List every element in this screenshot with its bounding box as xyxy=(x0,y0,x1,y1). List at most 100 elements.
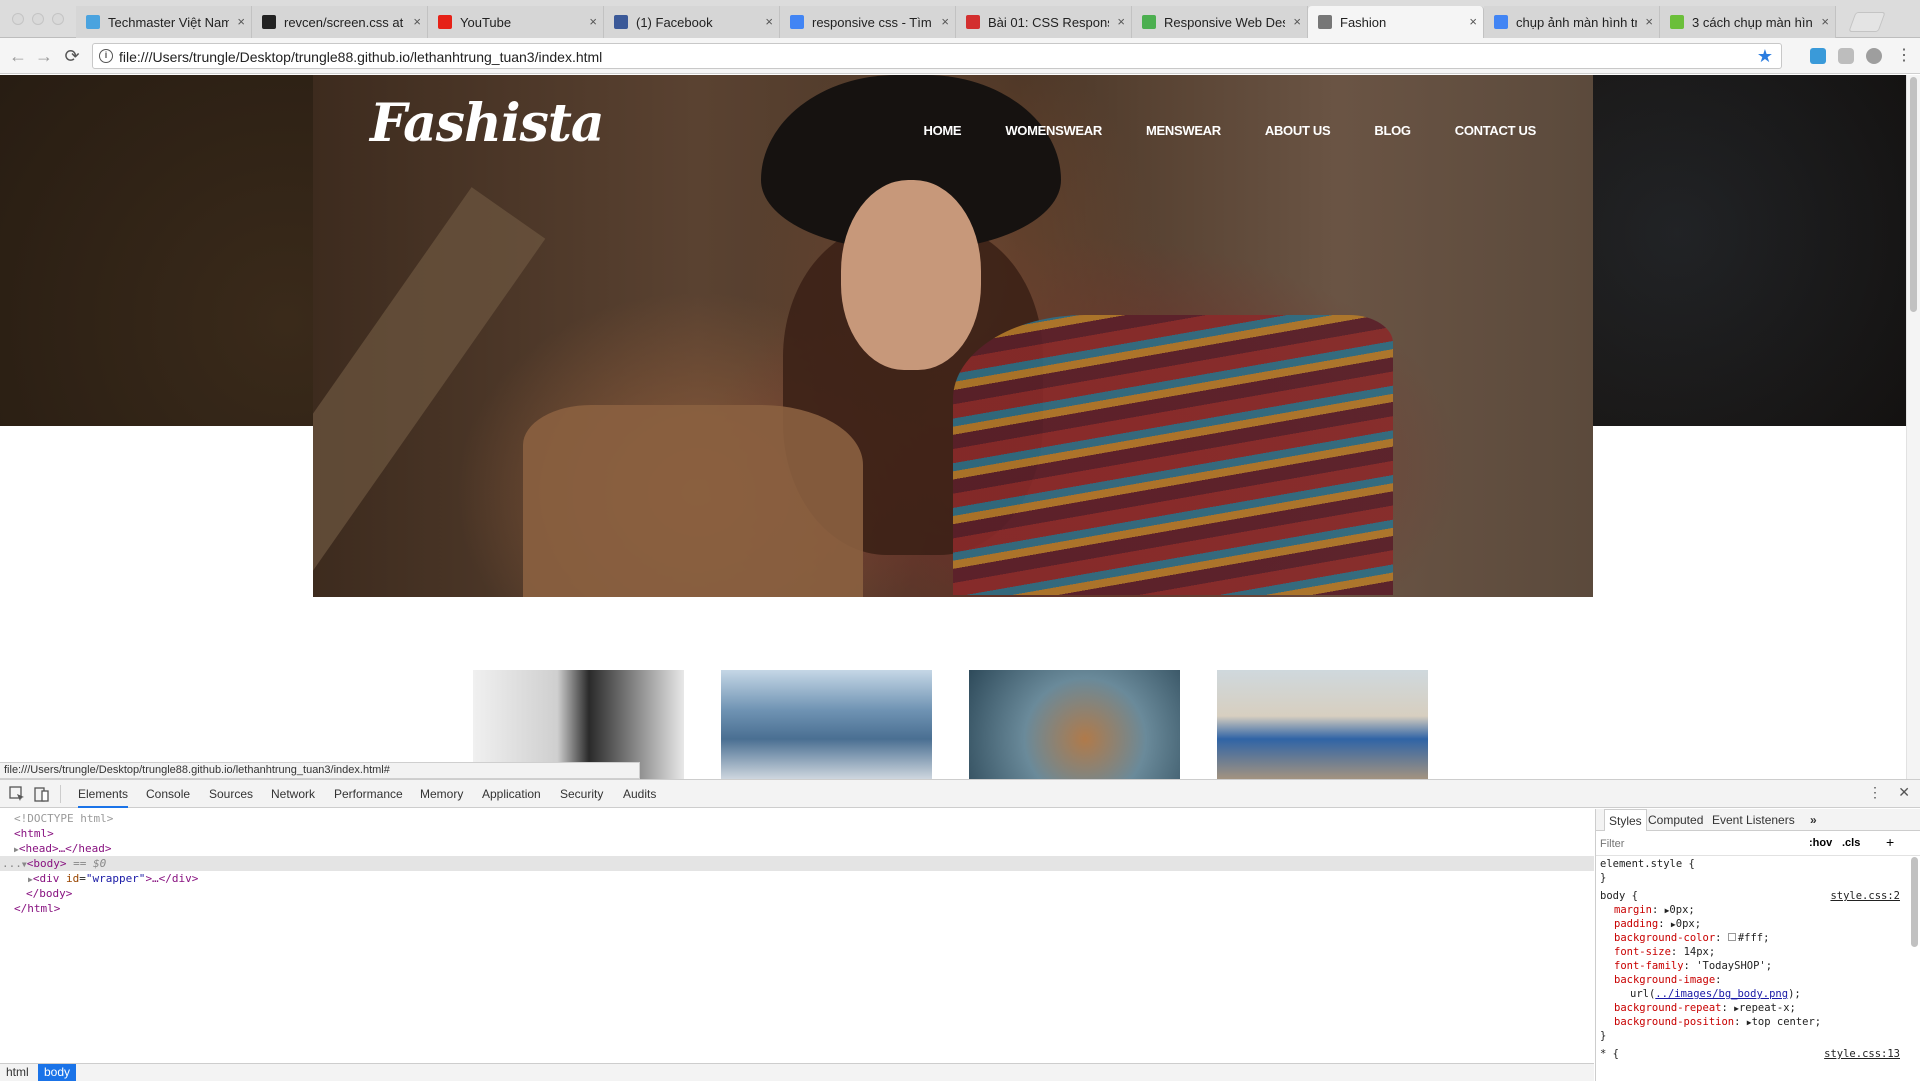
product-thumbnail[interactable] xyxy=(1217,670,1428,779)
page-scrollbar-thumb[interactable] xyxy=(1910,77,1917,312)
dom-html-close[interactable]: </html> xyxy=(14,901,60,916)
nav-link-about-us[interactable]: ABOUT US xyxy=(1265,123,1331,138)
tab-styles[interactable]: Styles xyxy=(1604,809,1647,831)
tab-close-icon[interactable]: × xyxy=(765,14,773,29)
device-toolbar-icon[interactable] xyxy=(33,785,51,803)
browser-tab[interactable]: chụp ảnh màn hình tr × xyxy=(1484,6,1660,38)
tab-close-icon[interactable]: × xyxy=(413,14,421,29)
browser-tab[interactable]: Responsive Web Desi × xyxy=(1132,6,1308,38)
styles-scrollbar[interactable] xyxy=(1911,857,1918,947)
tab-close-icon[interactable]: × xyxy=(1469,14,1477,29)
tab-event-listeners[interactable]: Event Listeners xyxy=(1712,809,1795,831)
color-swatch-icon[interactable] xyxy=(1727,933,1736,941)
breadcrumb-html[interactable]: html xyxy=(0,1064,35,1081)
info-icon[interactable]: i xyxy=(99,49,113,63)
style-rule-star[interactable]: * { xyxy=(1600,1047,1619,1061)
css-declaration[interactable]: background-color}: #fff; xyxy=(1614,931,1769,945)
inspect-element-icon[interactable] xyxy=(8,785,26,803)
browser-tab[interactable]: Techmaster Việt Nam × xyxy=(76,6,252,38)
new-tab-button[interactable] xyxy=(1848,12,1886,32)
css-declaration[interactable]: font-size}: 14px; xyxy=(1614,945,1715,959)
style-rule-close[interactable]: } xyxy=(1600,871,1606,885)
extension-shield-icon[interactable] xyxy=(1866,48,1882,64)
tab-close-icon[interactable]: × xyxy=(1293,14,1301,29)
nav-link-home[interactable]: HOME xyxy=(924,123,962,138)
window-zoom-button[interactable] xyxy=(52,13,64,25)
browser-tab[interactable]: Bài 01: CSS Responsi × xyxy=(956,6,1132,38)
dom-body-selected[interactable]: ...▼<body> == $0 xyxy=(0,856,1594,871)
devtools-tab-memory[interactable]: Memory xyxy=(420,780,463,808)
devtools-tab-security[interactable]: Security xyxy=(560,780,603,808)
css-property-value[interactable]: top center; xyxy=(1752,1016,1822,1028)
window-close-button[interactable] xyxy=(12,13,24,25)
browser-tab[interactable]: Fashion × xyxy=(1308,6,1484,38)
dom-body-close[interactable]: </body> xyxy=(26,886,72,901)
new-style-rule-icon[interactable]: + xyxy=(1886,834,1894,850)
css-property-value[interactable]: 0px; xyxy=(1676,918,1701,930)
devtools-tab-performance[interactable]: Performance xyxy=(334,780,403,808)
devtools-tab-elements[interactable]: Elements xyxy=(78,780,129,808)
address-bar-url[interactable]: file:///Users/trungle/Desktop/trungle88.… xyxy=(119,49,602,65)
tab-close-icon[interactable]: × xyxy=(237,14,245,29)
css-property-value[interactable]: #fff; xyxy=(1738,932,1770,944)
nav-link-contact-us[interactable]: CONTACT US xyxy=(1455,123,1537,138)
page-scrollbar[interactable] xyxy=(1906,75,1920,779)
style-source-link[interactable]: style.css:2 xyxy=(1830,889,1900,903)
breadcrumb-body[interactable]: body xyxy=(38,1064,77,1081)
devtools-tab-application[interactable]: Application xyxy=(482,780,541,808)
reload-icon[interactable]: ⟳ xyxy=(62,46,82,66)
dom-html-open[interactable]: <html> xyxy=(14,826,54,841)
devtools-more-icon[interactable]: ⋮ xyxy=(1868,784,1882,801)
styles-filter-input[interactable] xyxy=(1600,835,1790,853)
devtools-tab-network[interactable]: Network xyxy=(271,780,315,808)
style-rule-body[interactable]: body { xyxy=(1600,889,1638,903)
nav-link-blog[interactable]: BLOG xyxy=(1374,123,1411,138)
hov-toggle[interactable]: :hov xyxy=(1809,837,1832,849)
bookmark-star-icon[interactable]: ★ xyxy=(1757,46,1773,67)
product-thumbnail[interactable] xyxy=(721,670,932,779)
site-logo[interactable]: Fashista xyxy=(370,93,605,154)
devtools-tab-sources[interactable]: Sources xyxy=(209,780,253,808)
devtools-tab-audits[interactable]: Audits xyxy=(623,780,656,808)
tab-close-icon[interactable]: × xyxy=(1117,14,1125,29)
devtools-close-icon[interactable]: ✕ xyxy=(1898,784,1910,801)
background-image-link[interactable]: ../images/bg_body.png xyxy=(1655,988,1788,1000)
extension-camera-icon[interactable] xyxy=(1838,48,1854,64)
nav-link-menswear[interactable]: MENSWEAR xyxy=(1146,123,1221,138)
extension-chart-icon[interactable] xyxy=(1810,48,1826,64)
css-declaration-url[interactable]: url(../images/bg_body.png); xyxy=(1630,987,1801,1001)
browser-tab[interactable]: (1) Facebook × xyxy=(604,6,780,38)
css-declaration[interactable]: background-position: ▶top center; xyxy=(1614,1015,1821,1029)
dom-doctype[interactable]: <!DOCTYPE html> xyxy=(14,811,113,826)
back-icon[interactable]: ← xyxy=(8,46,28,66)
style-source-link[interactable]: style.css:13 xyxy=(1824,1047,1900,1061)
devtools-tab-console[interactable]: Console xyxy=(146,780,190,808)
tab-close-icon[interactable]: × xyxy=(1821,14,1829,29)
dom-div-wrapper[interactable]: ▶<div id="wrapper">…</div> xyxy=(28,871,198,886)
forward-icon[interactable]: → xyxy=(34,46,54,66)
css-property-value[interactable]: 14px; xyxy=(1684,946,1716,958)
tab-computed[interactable]: Computed xyxy=(1648,809,1703,831)
browser-tab[interactable]: 3 cách chụp màn hình × xyxy=(1660,6,1836,38)
css-property-value[interactable]: 'TodaySHOP'; xyxy=(1696,960,1772,972)
address-bar[interactable]: i file:///Users/trungle/Desktop/trungle8… xyxy=(92,43,1782,69)
tab-close-icon[interactable]: × xyxy=(589,14,597,29)
css-declaration[interactable]: font-family}: 'TodaySHOP'; xyxy=(1614,959,1772,973)
window-minimize-button[interactable] xyxy=(32,13,44,25)
css-declaration[interactable]: background-repeat: ▶repeat-x; xyxy=(1614,1001,1796,1015)
style-rule-close[interactable]: } xyxy=(1600,1029,1606,1043)
css-property-value[interactable]: repeat-x; xyxy=(1739,1002,1796,1014)
css-declaration[interactable]: background-image}: xyxy=(1614,973,1721,987)
browser-menu-icon[interactable]: ⋮ xyxy=(1894,46,1914,66)
tab-close-icon[interactable]: × xyxy=(1645,14,1653,29)
browser-tab[interactable]: revcen/screen.css at × xyxy=(252,6,428,38)
nav-link-womenswear[interactable]: WOMENSWEAR xyxy=(1005,123,1102,138)
css-declaration[interactable]: margin}: ▶0px; xyxy=(1614,903,1695,917)
dom-head[interactable]: ▶<head>…</head> xyxy=(14,841,112,856)
product-thumbnail[interactable] xyxy=(969,670,1180,779)
css-property-value[interactable]: 0px; xyxy=(1669,904,1694,916)
style-rule-element[interactable]: element.style { xyxy=(1600,857,1695,871)
tab-close-icon[interactable]: × xyxy=(941,14,949,29)
cls-toggle[interactable]: .cls xyxy=(1842,837,1860,849)
browser-tab[interactable]: responsive css - Tìm × xyxy=(780,6,956,38)
